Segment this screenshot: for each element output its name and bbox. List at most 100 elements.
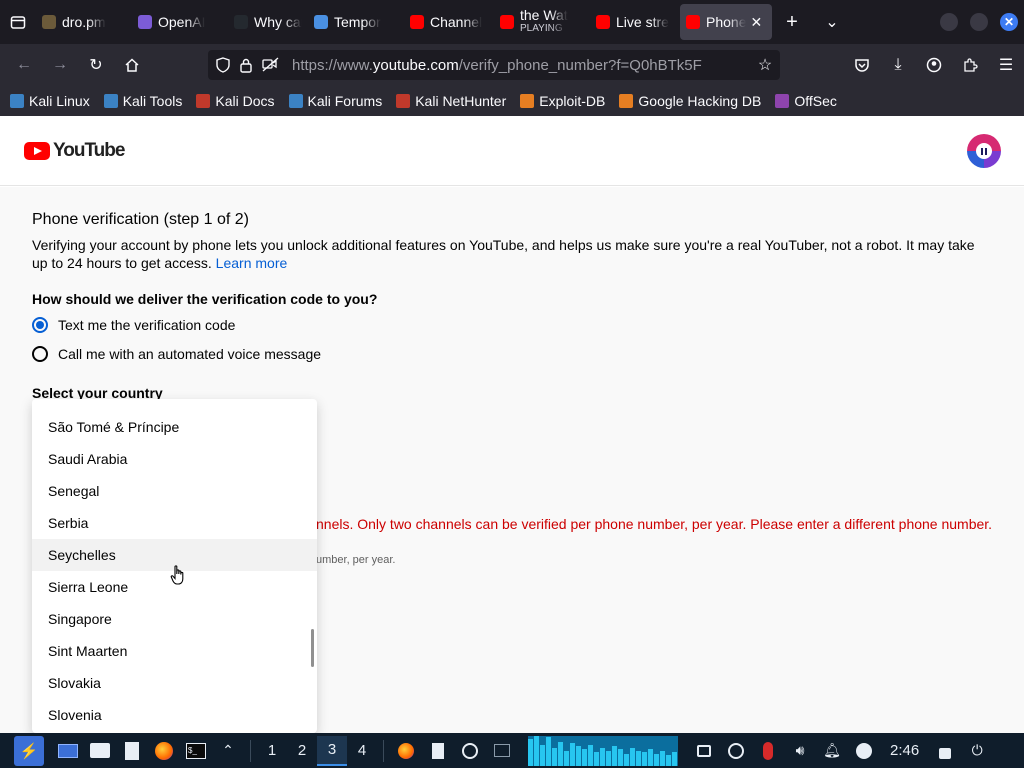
country-option[interactable]: Slovenia xyxy=(32,699,317,731)
url-text[interactable]: https://www.youtube.com/verify_phone_num… xyxy=(292,57,750,74)
extensions-button[interactable] xyxy=(952,49,988,81)
forward-button[interactable]: → xyxy=(42,49,78,81)
browser-tab[interactable]: Why can xyxy=(228,4,308,40)
bookmark-favicon-icon xyxy=(396,94,411,108)
country-option[interactable]: Slovakia xyxy=(32,667,317,699)
youtube-icon xyxy=(596,15,610,29)
browser-tab[interactable]: OpenAI xyxy=(132,4,228,40)
shield-icon[interactable] xyxy=(216,57,230,73)
home-icon xyxy=(125,58,139,72)
tray-microphone-button[interactable] xyxy=(755,738,781,764)
youtube-header: YouTube xyxy=(0,116,1024,186)
country-option[interactable]: Serbia xyxy=(32,507,317,539)
lock-icon[interactable] xyxy=(240,58,252,73)
logout-button[interactable]: ⏻ xyxy=(964,738,990,764)
country-option[interactable]: São Tomé & Príncipe xyxy=(32,411,317,443)
puzzle-icon xyxy=(964,58,978,72)
chevron-up-icon: ⌃ xyxy=(222,742,234,758)
browser-tab-bar: dro.pmOpenAIWhy canTemporChannelthe WatP… xyxy=(0,0,1024,44)
bookmark-item[interactable]: Kali Docs xyxy=(196,93,275,109)
menu-button[interactable]: ☰ xyxy=(988,49,1024,81)
new-tab-button[interactable]: + xyxy=(772,6,812,38)
radio-unchecked-icon[interactable] xyxy=(32,346,48,362)
country-option[interactable]: Saudi Arabia xyxy=(32,443,317,475)
kali-menu-button[interactable]: ⚡ xyxy=(14,735,44,766)
browser-tab[interactable]: Phone ✕ xyxy=(680,4,772,40)
bookmark-label: Kali NetHunter xyxy=(415,93,507,109)
tab-title: Why can xyxy=(254,14,302,30)
audio-visualizer xyxy=(528,735,678,766)
reload-button[interactable]: ↻ xyxy=(78,49,114,81)
bookmark-item[interactable]: Kali Tools xyxy=(103,93,182,109)
clock[interactable]: 2:46 xyxy=(890,742,919,759)
workspace-2[interactable]: 2 xyxy=(287,736,317,766)
tray-volume-button[interactable]: 🔊︎ xyxy=(787,738,813,764)
browser-tab[interactable]: dro.pm xyxy=(36,4,132,40)
country-option[interactable]: Sint Maarten xyxy=(32,635,317,667)
permissions-icon[interactable] xyxy=(262,57,282,73)
downloads-button[interactable]: ⤓ xyxy=(880,49,916,81)
microphone-icon xyxy=(763,741,773,760)
folder-icon xyxy=(42,15,56,29)
learn-more-link[interactable]: Learn more xyxy=(216,255,288,271)
terminal-button[interactable]: $_ xyxy=(183,738,209,764)
browser-tab[interactable]: Tempor xyxy=(308,4,404,40)
firefox-button[interactable] xyxy=(151,738,177,764)
radio-text-option[interactable]: Text me the verification code xyxy=(32,317,235,333)
lock-screen-button[interactable] xyxy=(932,738,958,764)
radio-call-option[interactable]: Call me with an automated voice message xyxy=(32,346,321,362)
show-desktop-button[interactable] xyxy=(55,738,81,764)
page-title: Phone verification (step 1 of 2) xyxy=(32,211,250,228)
tray-obs-button[interactable] xyxy=(723,738,749,764)
task-firefox[interactable] xyxy=(393,738,419,764)
tray-notifications-button[interactable]: 🔔︎ xyxy=(819,738,845,764)
bookmark-label: Google Hacking DB xyxy=(638,93,762,109)
hint-message: umber, per year. xyxy=(316,554,396,566)
browser-tab[interactable]: Channel xyxy=(404,4,494,40)
bookmark-star-icon[interactable]: ☆ xyxy=(750,55,780,75)
tray-updates-button[interactable] xyxy=(851,738,877,764)
arrow-left-icon: ← xyxy=(16,56,32,73)
window-close-button[interactable]: ✕ xyxy=(1000,13,1018,31)
maximize-button[interactable] xyxy=(970,13,988,31)
tab-list-dropdown[interactable]: ⌄ xyxy=(812,6,852,38)
openai-icon xyxy=(138,15,152,29)
radio-checked-icon[interactable] xyxy=(32,317,48,333)
text-editor-button[interactable] xyxy=(119,738,145,764)
task-terminal[interactable] xyxy=(489,738,515,764)
tray-screenshot-button[interactable] xyxy=(691,738,717,764)
country-option[interactable]: Senegal xyxy=(32,475,317,507)
minimize-button[interactable] xyxy=(940,13,958,31)
browser-tab[interactable]: the Wat PLAYING xyxy=(494,4,590,40)
workspace-1[interactable]: 1 xyxy=(257,736,287,766)
address-bar[interactable]: https://www.youtube.com/verify_phone_num… xyxy=(208,50,780,80)
country-option[interactable]: Singapore xyxy=(32,603,317,635)
bookmark-item[interactable]: Google Hacking DB xyxy=(619,93,761,109)
chevron-down-icon: ⌄ xyxy=(825,14,839,31)
workspace-4[interactable]: 4 xyxy=(347,736,377,766)
tab-close-icon[interactable]: ✕ xyxy=(750,14,762,31)
bookmark-item[interactable]: Exploit-DB xyxy=(520,93,605,109)
home-button[interactable] xyxy=(114,49,150,81)
task-obs[interactable] xyxy=(457,738,483,764)
tab-list-button[interactable] xyxy=(0,0,36,44)
document-icon xyxy=(125,741,139,760)
tab-title: Phone xyxy=(706,14,747,30)
task-editor[interactable] xyxy=(425,738,451,764)
bookmark-item[interactable]: Kali Forums xyxy=(288,93,382,109)
desktop-icon xyxy=(58,743,78,758)
launcher-expand-button[interactable]: ⌃ xyxy=(215,738,241,764)
lock-icon xyxy=(939,747,952,759)
youtube-logo[interactable]: YouTube xyxy=(24,140,125,162)
bookmark-item[interactable]: Kali NetHunter xyxy=(396,93,506,109)
file-manager-button[interactable] xyxy=(87,738,113,764)
avatar[interactable] xyxy=(967,134,1001,168)
pocket-button[interactable] xyxy=(844,49,880,81)
workspace-3[interactable]: 3 xyxy=(317,735,347,766)
tab-title: the Wat xyxy=(520,9,568,23)
back-button[interactable]: ← xyxy=(6,49,42,81)
account-button[interactable] xyxy=(916,49,952,81)
browser-tab[interactable]: Live stre xyxy=(590,4,680,40)
bookmark-item[interactable]: Kali Linux xyxy=(10,93,90,109)
bookmark-item[interactable]: OffSec xyxy=(775,93,837,109)
